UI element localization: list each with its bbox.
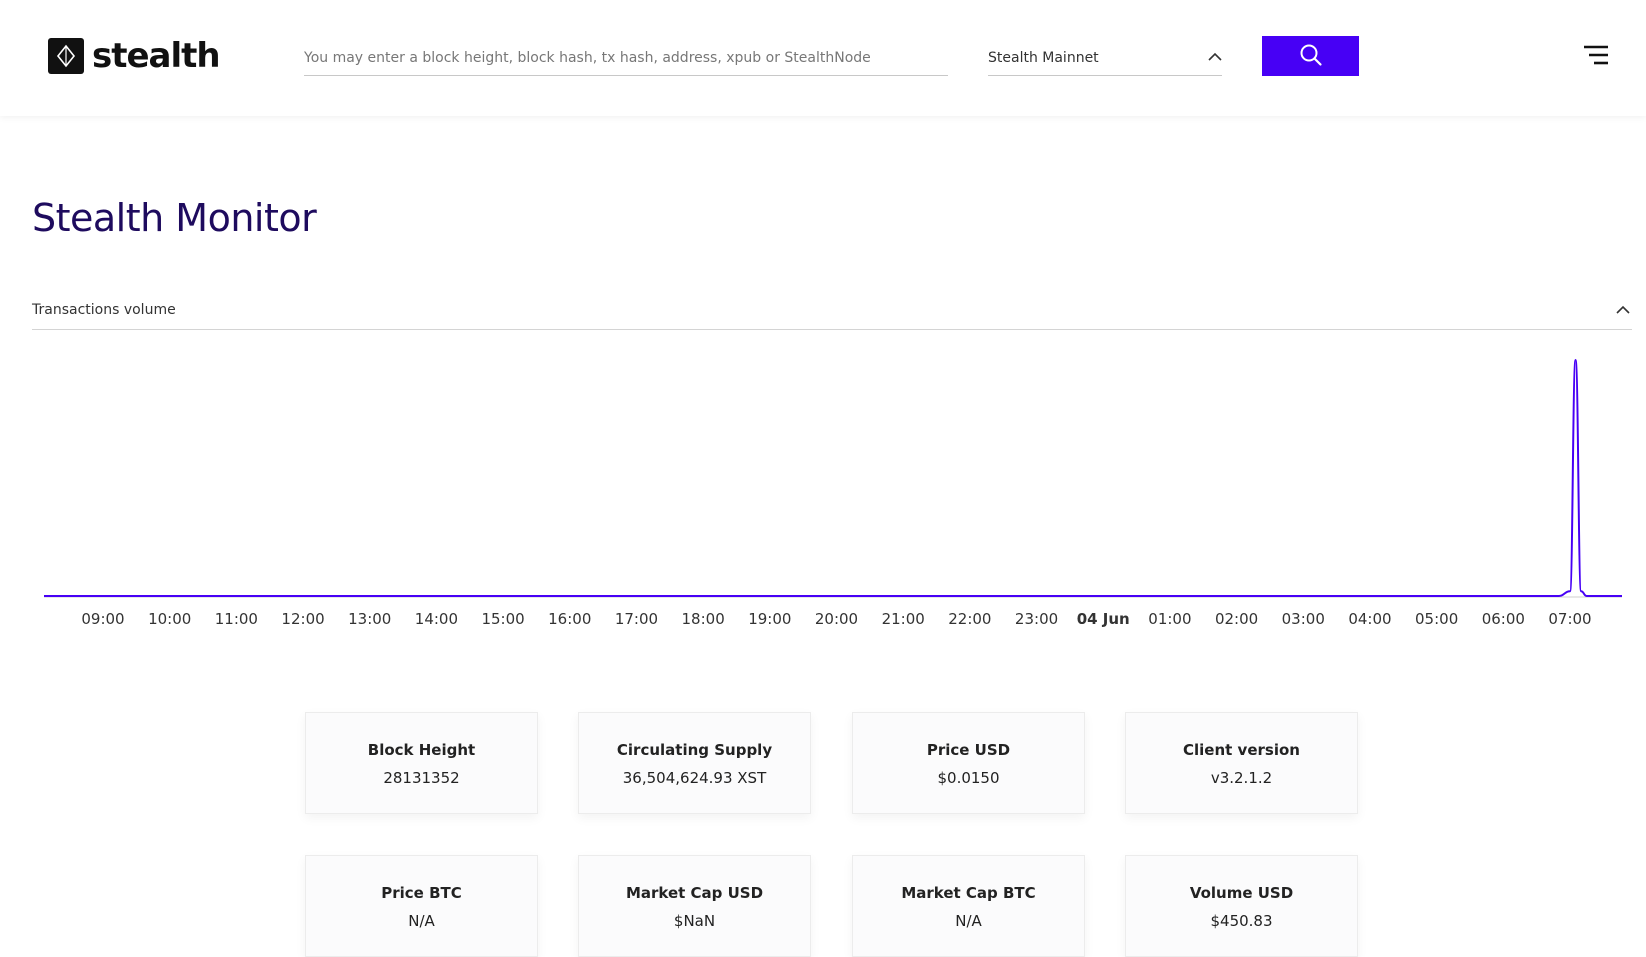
x-tick-label: 05:00 xyxy=(1415,610,1458,628)
menu-button[interactable] xyxy=(1582,44,1610,66)
stat-label: Client version xyxy=(1183,741,1300,759)
x-tick-label: 07:00 xyxy=(1548,610,1591,628)
x-tick-label: 22:00 xyxy=(948,610,991,628)
network-select[interactable]: Stealth Mainnet xyxy=(988,40,1222,76)
search-button[interactable] xyxy=(1262,36,1359,76)
stat-value: N/A xyxy=(955,912,982,930)
x-tick-label: 20:00 xyxy=(815,610,858,628)
page-title: Stealth Monitor xyxy=(32,196,317,240)
chevron-up-icon xyxy=(1616,302,1630,320)
stat-value: $0.0150 xyxy=(937,769,1000,787)
stat-label: Circulating Supply xyxy=(616,741,773,759)
transactions-volume-chart: 09:00 10:00 11:00 12:00 13:00 14:00 15:00 16:00… xyxy=(44,358,1622,628)
transactions-volume-panel-toggle[interactable]: Transactions volume xyxy=(32,296,1632,330)
stat-card: Price USD $0.0150 xyxy=(852,712,1085,814)
search-icon xyxy=(1299,43,1323,70)
series-line xyxy=(44,358,1622,597)
stat-label: Price BTC xyxy=(381,884,462,902)
network-selected-value: Stealth Mainnet xyxy=(988,49,1099,66)
stat-card: Client version v3.2.1.2 xyxy=(1125,712,1358,814)
stat-value: $450.83 xyxy=(1210,912,1273,930)
search-input[interactable] xyxy=(304,40,948,76)
stat-value: 28131352 xyxy=(383,769,460,787)
stat-value: 36,504,624.93 XST xyxy=(622,769,767,787)
x-tick-label: 18:00 xyxy=(682,610,725,628)
x-tick-label: 10:00 xyxy=(148,610,191,628)
stat-card: Price BTC N/A xyxy=(305,855,538,957)
x-tick-label: 04:00 xyxy=(1348,610,1391,628)
x-tick-label: 17:00 xyxy=(615,610,658,628)
x-tick-label: 21:00 xyxy=(882,610,925,628)
x-tick-label: 02:00 xyxy=(1215,610,1258,628)
chevron-up-icon xyxy=(1208,50,1222,66)
stealth-logo[interactable]: stealth xyxy=(48,36,221,76)
top-navigation-bar: stealth Stealth Mainnet xyxy=(0,0,1646,116)
x-tick-label: 06:00 xyxy=(1482,610,1525,628)
logo-wordmark: stealth xyxy=(92,36,221,76)
stat-label: Market Cap BTC xyxy=(901,884,1036,902)
x-tick-label: 11:00 xyxy=(215,610,258,628)
x-tick-label: 13:00 xyxy=(348,610,391,628)
x-tick-label: 14:00 xyxy=(415,610,458,628)
stat-label: Volume USD xyxy=(1189,884,1294,902)
x-tick-label: 03:00 xyxy=(1282,610,1325,628)
x-tick-label: 12:00 xyxy=(281,610,324,628)
x-tick-label: 01:00 xyxy=(1148,610,1191,628)
stat-label: Block Height xyxy=(367,741,476,759)
hamburger-menu-icon xyxy=(1582,45,1610,70)
panel-title: Transactions volume xyxy=(32,302,176,318)
stat-value: N/A xyxy=(408,912,435,930)
x-tick-label: 09:00 xyxy=(81,610,124,628)
stat-card: Volume USD $450.83 xyxy=(1125,855,1358,957)
x-tick-label: 15:00 xyxy=(481,610,524,628)
stat-card: Market Cap BTC N/A xyxy=(852,855,1085,957)
stat-card: Circulating Supply 36,504,624.93 XST xyxy=(578,712,811,814)
x-tick-label: 16:00 xyxy=(548,610,591,628)
stat-value: $NaN xyxy=(673,912,716,930)
stat-value: v3.2.1.2 xyxy=(1210,769,1273,787)
x-tick-label: 19:00 xyxy=(748,610,791,628)
stat-card: Market Cap USD $NaN xyxy=(578,855,811,957)
stat-card: Block Height 28131352 xyxy=(305,712,538,814)
x-tick-label: 04 Jun xyxy=(1077,610,1130,628)
x-tick-label: 23:00 xyxy=(1015,610,1058,628)
stat-label: Price USD xyxy=(926,741,1011,759)
stealth-logo-icon xyxy=(48,38,84,74)
stat-label: Market Cap USD xyxy=(625,884,764,902)
